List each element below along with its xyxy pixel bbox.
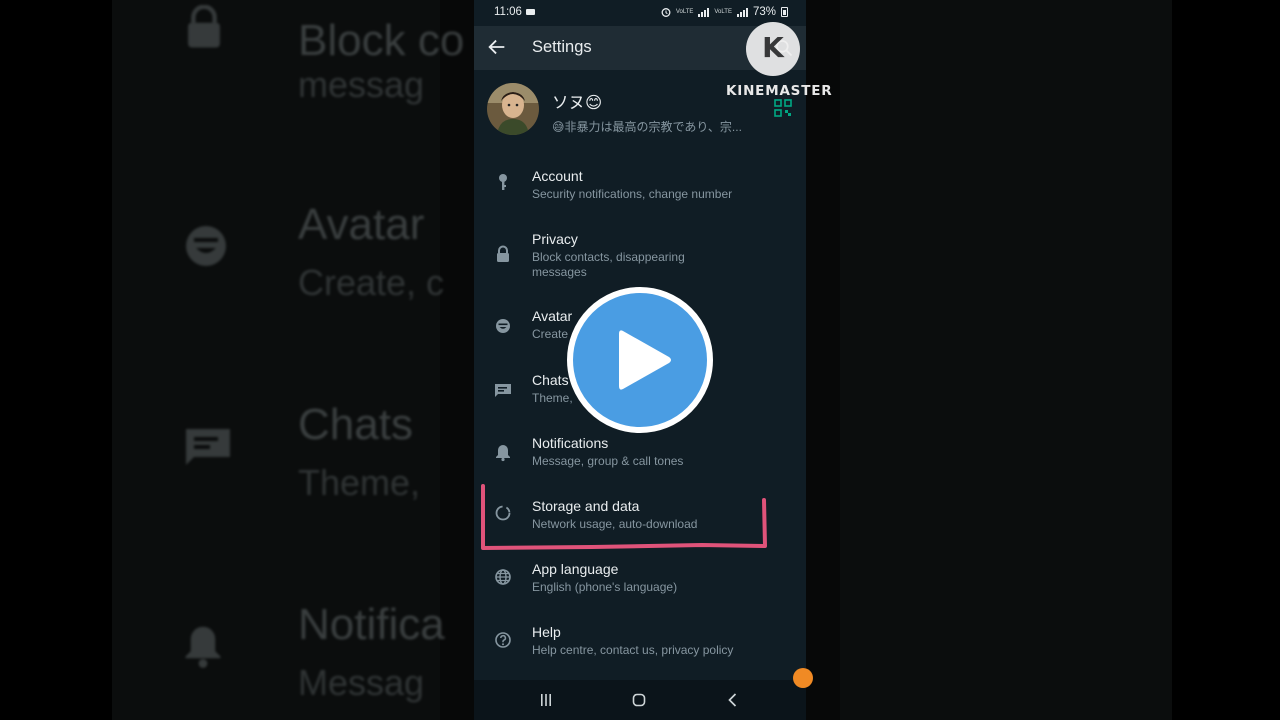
profile-status: 😅非暴力は最高の宗教であり、宗... xyxy=(552,120,742,134)
avatar-icon xyxy=(493,316,513,336)
signal-icon-1 xyxy=(698,7,710,17)
menu-item-title: Account xyxy=(532,168,583,184)
play-button[interactable] xyxy=(567,287,713,433)
lock-icon xyxy=(493,244,513,264)
menu-item-subtitle: English (phone's language) xyxy=(532,580,678,594)
kinemaster-logo: K xyxy=(746,22,800,76)
menu-item-help[interactable]: Help Help centre, contact us, privacy po… xyxy=(474,618,806,680)
profile-avatar[interactable] xyxy=(487,83,539,135)
bg-sub-2: Create, c xyxy=(298,262,445,303)
volte-label-2: VoLTE xyxy=(714,9,732,15)
bg-lock-icon xyxy=(182,4,226,56)
menu-item-title: Privacy xyxy=(532,231,578,247)
screen-record-icon xyxy=(526,9,535,15)
bg-avatar-icon xyxy=(182,222,230,275)
bg-text-1: Block co xyxy=(298,16,465,65)
bg-sub-3: Theme, xyxy=(298,462,421,503)
globe-icon xyxy=(493,567,513,587)
bg-text-4: Notifica xyxy=(298,600,445,649)
status-bar: 11:06 VoLTE VoLTE 73% xyxy=(474,0,806,26)
menu-item-account[interactable]: Account Security notifications, change n… xyxy=(474,156,806,218)
menu-item-notifications[interactable]: Notifications Message, group & call tone… xyxy=(474,426,806,488)
menu-item-subtitle: Security notifications, change number xyxy=(532,187,733,201)
menu-item-subtitle: Block contacts, disappearing messages xyxy=(532,250,685,279)
qr-code-icon[interactable] xyxy=(774,99,792,117)
back-arrow-icon[interactable] xyxy=(486,36,508,58)
menu-item-title: Chats xyxy=(532,372,569,388)
home-icon[interactable] xyxy=(631,692,647,713)
battery-percent: 73% xyxy=(752,6,776,18)
menu-item-title: Avatar xyxy=(532,308,573,324)
battery-icon xyxy=(781,7,788,17)
status-right: VoLTE VoLTE 73% xyxy=(661,6,788,18)
play-icon xyxy=(619,330,671,390)
floating-badge xyxy=(793,668,813,688)
bg-text-2: Avatar xyxy=(298,200,425,249)
menu-item-app-language[interactable]: App language English (phone's language) xyxy=(474,554,806,616)
signal-icon-2 xyxy=(736,7,748,17)
back-nav-icon[interactable] xyxy=(725,692,741,713)
alarm-icon xyxy=(661,8,671,17)
menu-item-title: Notifications xyxy=(532,435,609,451)
volte-label-1: VoLTE xyxy=(675,9,694,15)
key-icon xyxy=(493,172,513,192)
menu-item-title: App language xyxy=(532,561,619,577)
recent-apps-icon[interactable] xyxy=(538,692,554,713)
help-icon xyxy=(493,630,513,650)
menu-item-subtitle: Help centre, contact us, privacy policy xyxy=(532,643,734,657)
bg-text-3: Chats xyxy=(298,400,413,449)
menu-item-title: Help xyxy=(532,624,561,640)
bg-bell-icon xyxy=(182,622,224,675)
bell-icon xyxy=(493,442,513,462)
status-time: 11:06 xyxy=(494,6,522,18)
profile-name: ソヌ😊 xyxy=(552,94,603,112)
highlight-annotation xyxy=(480,484,768,552)
kinemaster-logo-letter: K xyxy=(762,31,784,64)
chat-icon xyxy=(493,380,513,400)
kinemaster-watermark: KINEMASTER xyxy=(726,83,833,99)
system-nav-bar xyxy=(474,680,806,720)
bg-sub-4: Messag xyxy=(298,662,425,703)
bg-chat-icon xyxy=(182,425,234,474)
menu-item-subtitle: Message, group & call tones xyxy=(532,454,684,468)
menu-item-privacy[interactable]: Privacy Block contacts, disappearing mes… xyxy=(474,220,806,282)
bg-sub-1: messag xyxy=(298,64,425,105)
page-title: Settings xyxy=(532,38,592,56)
